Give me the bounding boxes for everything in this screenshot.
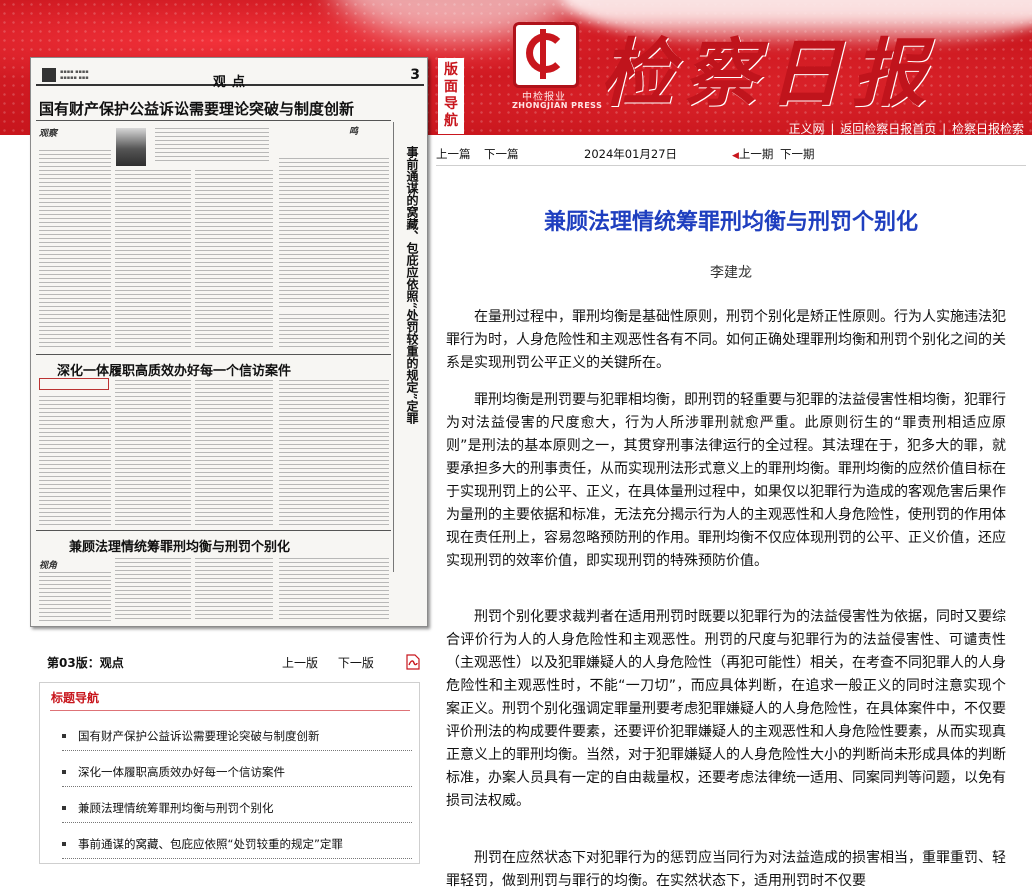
current-page-label: 第03版：观点 (47, 654, 124, 671)
title-navigation-box: 标题导航 国有财产保护公益诉讼需要理论突破与制度创新 深化一体履职高质效办好每一… (39, 682, 420, 864)
text-block (195, 170, 273, 350)
article-paragraph: 罪刑均衡是刑罚要与犯罪相均衡，即刑罚的轻重要与犯罪的法益侵害性相均衡，犯罪行为对… (446, 392, 1006, 569)
title-navigation-heading: 标题导航 (51, 691, 100, 705)
prev-issue-label: 上一期 (738, 147, 774, 161)
layout-nav-text: 版面导航 (438, 62, 464, 130)
title-nav-item-label: 国有财产保护公益诉讼需要理论突破与制度创新 (78, 729, 320, 743)
bullet-icon (62, 769, 66, 774)
text-block (39, 396, 111, 526)
divider (36, 354, 391, 355)
layout-nav-char: 面 (444, 79, 458, 95)
bullet-icon (62, 805, 66, 810)
bullet-icon (62, 841, 66, 846)
text-block (195, 380, 273, 526)
newspaper-page-preview[interactable]: ▪▪▪▪ ▪▪▪▪ ▪▪▪▪▪ ▪▪▪ 观点 3 国有财产保护公益诉讼需要理论突破… (30, 57, 428, 627)
link-zhengyiwang[interactable]: 正义网 (789, 122, 825, 135)
text-block (279, 158, 389, 308)
layout-nav-char: 版 (444, 62, 458, 78)
title-nav-item-label: 兼顾法理情统筹罪刑均衡与刑罚个别化 (78, 801, 274, 815)
paper-headline-3[interactable]: 兼顾法理情统筹罪刑均衡与刑罚个别化 (69, 536, 290, 555)
article-paragraph: 刑罚个别化要求裁判者在适用刑罚时既要以犯罪行为的法益侵害性为依据，同时又要综合评… (446, 609, 1006, 809)
text-block (279, 558, 389, 622)
issue-date: 2024年01月27日 (584, 147, 678, 161)
top-links: 正义网 | 返回检察日报首页 | 检察日报检索 (789, 120, 1024, 135)
divider (50, 710, 410, 711)
page-pager: 上一版 下一版 (282, 654, 384, 671)
press-logo-icon[interactable] (513, 22, 579, 88)
divider (36, 530, 391, 531)
paper-vertical-headline[interactable]: 事前通谋的窝藏、包庇应依照“处罚较重的规定”定罪 (399, 146, 419, 424)
column-rule (393, 122, 394, 572)
title-nav-item[interactable]: 国有财产保护公益诉讼需要理论突破与制度创新 (62, 721, 412, 751)
title-nav-item-label: 事前通谋的窝藏、包庇应依照“处罚较重的规定”定罪 (78, 837, 343, 851)
paper-badge-2: 鸣 (349, 127, 359, 137)
text-block (115, 170, 191, 350)
article-title: 兼顾法理情统筹罪刑均衡与刑罚个别化 (543, 210, 918, 235)
divider (36, 120, 391, 121)
layout-nav-char: 导 (444, 96, 458, 112)
link-separator: | (830, 122, 835, 135)
paper-edition-info: ▪▪▪▪ ▪▪▪▪ ▪▪▪▪▪ ▪▪▪ (60, 69, 89, 81)
masthead-title[interactable]: 检察日报 (600, 14, 936, 121)
link-search[interactable]: 检察日报检索 (952, 122, 1024, 135)
press-logo-en: ZHONGJIAN PRESS (512, 101, 603, 110)
text-block (115, 380, 191, 526)
title-nav-item-label: 深化一体履职高质效办好每一个信访案件 (78, 765, 285, 779)
text-block (195, 558, 273, 622)
left-triangle-icon: ◀ (732, 151, 739, 161)
paper-section-title: 观点 (213, 75, 252, 90)
next-article-link[interactable]: 下一篇 (484, 146, 519, 162)
title-nav-item[interactable]: 深化一体履职高质效办好每一个信访案件 (62, 757, 412, 787)
text-block (279, 314, 389, 350)
prev-page-link[interactable]: 上一版 (282, 656, 318, 670)
text-block (39, 572, 111, 622)
paper-headline-1[interactable]: 国有财产保护公益诉讼需要理论突破与制度创新 (39, 98, 354, 119)
text-block (155, 128, 269, 162)
author-photo (116, 128, 146, 166)
next-page-link[interactable]: 下一版 (338, 656, 374, 670)
prev-article-link[interactable]: 上一篇 (436, 146, 471, 162)
title-nav-item[interactable]: 兼顾法理情统筹罪刑均衡与刑罚个别化 (62, 793, 412, 823)
pdf-icon[interactable] (406, 654, 420, 670)
link-home[interactable]: 返回检察日报首页 (840, 122, 936, 135)
layout-nav-char: 航 (444, 113, 458, 129)
paper-masthead-strip: ▪▪▪▪ ▪▪▪▪ ▪▪▪▪▪ ▪▪▪ 观点 3 (36, 64, 424, 90)
text-block (39, 150, 111, 350)
article-author: 李建龙 (710, 265, 752, 281)
text-block (115, 558, 191, 622)
title-nav-item[interactable]: 事前通谋的窝藏、包庇应依照“处罚较重的规定”定罪 (62, 829, 412, 859)
page-label-text: 第03版：观点 (47, 656, 124, 670)
paper-page-number: 3 (410, 67, 420, 83)
page-root: 中检报业 ZHONGJIAN PRESS 检察日报 版面导航 正义网 | 返回检… (0, 0, 1032, 890)
layout-nav-label: 版面导航 (438, 58, 464, 134)
paper-badge-3: 视角 (39, 561, 58, 571)
prev-issue-link[interactable]: ◀上一期 (732, 146, 773, 162)
bullet-icon (62, 733, 66, 738)
article-paragraph: 在量刑过程中，罪刑均衡是基础性原则，刑罚个别化是矫正性原则。行为人实施违法犯罪行… (446, 309, 1006, 371)
article-navigation-bar: 上一篇 下一篇 2024年01月27日 ◀上一期 下一期 (436, 144, 1026, 166)
paper-badge-1: 观察 (39, 129, 58, 139)
next-issue-link[interactable]: 下一期 (780, 146, 815, 162)
article-paragraph: 刑罚在应然状态下对犯罪行为的惩罚应当同行为对法益造成的损害相当，重罪重罚、轻罪轻… (446, 850, 1006, 889)
paper-logo-icon (42, 68, 56, 82)
paper-subhead-box (39, 378, 109, 390)
link-separator: | (942, 122, 947, 135)
paper-headline-2[interactable]: 深化一体履职高质效办好每一个信访案件 (57, 360, 291, 379)
text-block (279, 380, 389, 526)
